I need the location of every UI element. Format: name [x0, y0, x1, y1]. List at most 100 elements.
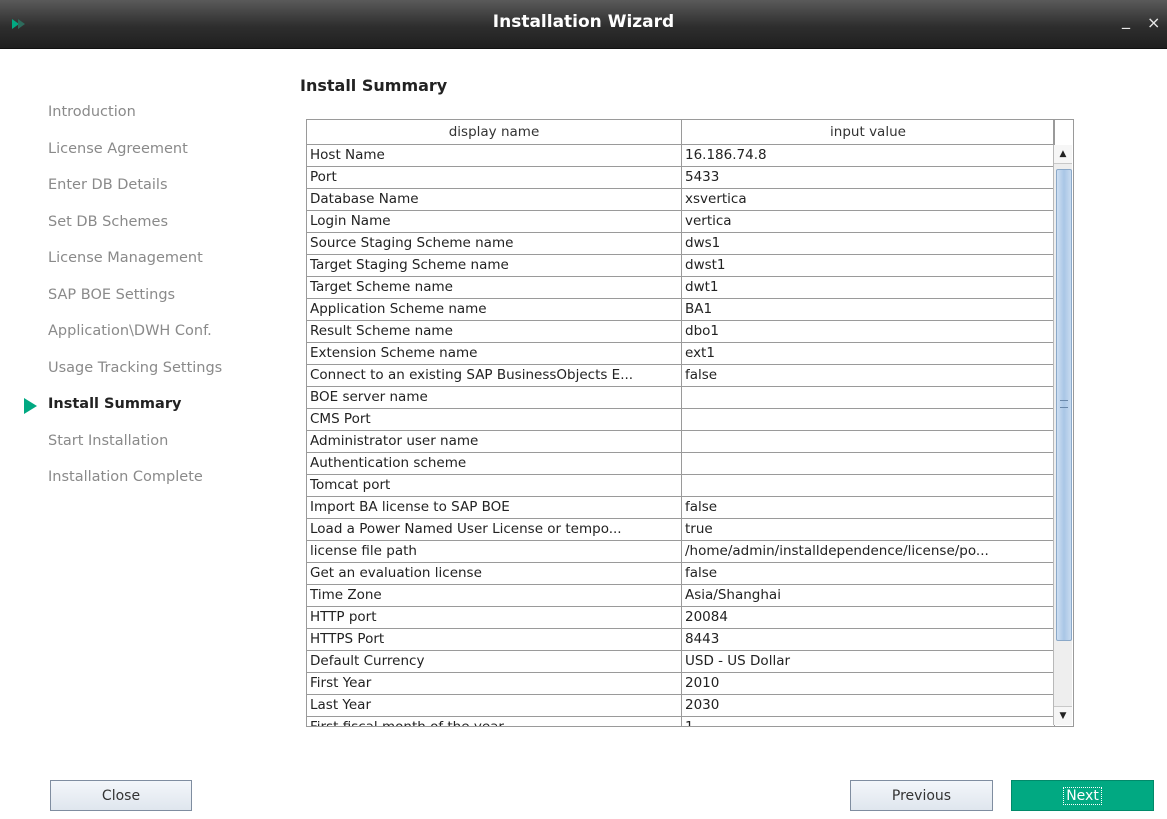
table-row[interactable]: Source Staging Scheme name dws1	[307, 232, 1055, 255]
input-value-cell: /home/admin/installdependence/license/po…	[681, 540, 1055, 563]
input-value-cell: 8443	[681, 628, 1055, 651]
table-row[interactable]: Time Zone Asia/Shanghai	[307, 584, 1055, 607]
input-value-cell: false	[681, 562, 1055, 585]
input-value-cell: 2010	[681, 672, 1055, 695]
input-value-cell: dws1	[681, 232, 1055, 255]
step-item: Installation Complete	[48, 469, 203, 485]
step-item: SAP BOE Settings	[48, 286, 176, 303]
step-item: License Agreement	[48, 140, 188, 157]
display-name-cell: Target Staging Scheme name	[307, 254, 682, 277]
input-value-cell	[681, 408, 1055, 431]
display-name-cell: Load a Power Named User License or tempo…	[307, 518, 682, 541]
display-name-cell: Host Name	[307, 144, 682, 167]
input-value-cell: dwt1	[681, 276, 1055, 299]
display-name-cell: Get an evaluation license	[307, 562, 682, 585]
table-row[interactable]: Extension Scheme name ext1	[307, 342, 1055, 365]
display-name-cell: HTTPS Port	[307, 628, 682, 651]
display-name-cell: license file path	[307, 540, 682, 563]
display-name-cell: Import BA license to SAP BOE	[307, 496, 682, 519]
column-header-input-value[interactable]: input value	[681, 120, 1055, 145]
column-header-display-name[interactable]: display name	[307, 120, 682, 145]
input-value-cell	[681, 452, 1055, 475]
display-name-cell: First Year	[307, 672, 682, 695]
previous-button[interactable]: Previous	[850, 780, 993, 811]
title-bar: Installation Wizard _ ×	[0, 0, 1167, 49]
scroll-thumb[interactable]	[1056, 169, 1072, 641]
scroll-up-button[interactable]: ▲	[1054, 145, 1072, 164]
table-row[interactable]: Last Year 2030	[307, 694, 1055, 717]
display-name-cell: HTTP port	[307, 606, 682, 629]
display-name-cell: Extension Scheme name	[307, 342, 682, 365]
input-value-cell	[681, 430, 1055, 453]
step-item: Application\DWH Conf.	[48, 323, 212, 339]
table-row[interactable]: BOE server name	[307, 386, 1055, 409]
display-name-cell: Connect to an existing SAP BusinessObjec…	[307, 364, 682, 387]
display-name-cell: Tomcat port	[307, 474, 682, 497]
step-item: Introduction	[48, 104, 136, 120]
input-value-cell: vertica	[681, 210, 1055, 233]
table-row[interactable]: Target Scheme name dwt1	[307, 276, 1055, 299]
input-value-cell: true	[681, 518, 1055, 541]
display-name-cell: Authentication scheme	[307, 452, 682, 475]
display-name-cell: Application Scheme name	[307, 298, 682, 321]
display-name-cell: Default Currency	[307, 650, 682, 673]
next-button[interactable]: Next	[1011, 780, 1154, 811]
table-row[interactable]: Application Scheme name BA1	[307, 298, 1055, 321]
display-name-cell: Port	[307, 166, 682, 189]
step-item: Start Installation	[48, 432, 169, 449]
table-row[interactable]: First Year 2010	[307, 672, 1055, 695]
close-button[interactable]: Close	[50, 780, 192, 811]
input-value-cell: false	[681, 364, 1055, 387]
display-name-cell: Login Name	[307, 210, 682, 233]
input-value-cell	[681, 474, 1055, 497]
input-value-cell: 1	[681, 716, 1055, 726]
step-item: Usage Tracking Settings	[48, 359, 223, 376]
display-name-cell: First fiscal month of the year	[307, 716, 682, 726]
table-row[interactable]: Load a Power Named User License or tempo…	[307, 518, 1055, 541]
table-row[interactable]: Database Name xsvertica	[307, 188, 1055, 211]
step-item: License Management	[48, 250, 203, 266]
window-title: Installation Wizard	[492, 12, 675, 32]
table-row[interactable]: First fiscal month of the year 1	[307, 716, 1055, 726]
input-value-cell: 16.186.74.8	[681, 144, 1055, 167]
display-name-cell: Source Staging Scheme name	[307, 232, 682, 255]
table-row[interactable]: HTTP port 20084	[307, 606, 1055, 629]
input-value-cell: USD - US Dollar	[681, 650, 1055, 673]
table-row[interactable]: Import BA license to SAP BOE false	[307, 496, 1055, 519]
table-row[interactable]: Authentication scheme	[307, 452, 1055, 475]
table-row[interactable]: HTTPS Port 8443	[307, 628, 1055, 651]
step-item: Enter DB Details	[48, 177, 168, 193]
page-title: Install Summary	[300, 76, 448, 95]
input-value-cell: xsvertica	[681, 188, 1055, 211]
table-row[interactable]: Administrator user name	[307, 430, 1055, 453]
table-row[interactable]: Tomcat port	[307, 474, 1055, 497]
table-row[interactable]: Port 5433	[307, 166, 1055, 189]
input-value-cell: ext1	[681, 342, 1055, 365]
table-row[interactable]: Get an evaluation license false	[307, 562, 1055, 585]
scroll-down-button[interactable]: ▼	[1054, 706, 1072, 725]
table-header-corner	[1053, 120, 1072, 144]
table-row[interactable]: CMS Port	[307, 408, 1055, 431]
minimize-button[interactable]: _	[1122, 10, 1130, 29]
vertical-scrollbar[interactable]: ▲ ▼	[1053, 145, 1072, 725]
display-name-cell: Last Year	[307, 694, 682, 717]
table-row[interactable]: Result Scheme name dbo1	[307, 320, 1055, 343]
table-row[interactable]: Login Name vertica	[307, 210, 1055, 233]
table-row[interactable]: Connect to an existing SAP BusinessObjec…	[307, 364, 1055, 387]
close-window-button[interactable]: ×	[1147, 13, 1160, 32]
input-value-cell: BA1	[681, 298, 1055, 321]
summary-table[interactable]: display name input value Host Name 16.186…	[306, 119, 1074, 727]
table-row[interactable]: license file path/home/admin/installdepe…	[307, 540, 1055, 563]
display-name-cell: Result Scheme name	[307, 320, 682, 343]
input-value-cell: 2030	[681, 694, 1055, 717]
step-item: Install Summary	[48, 396, 182, 412]
input-value-cell	[681, 386, 1055, 409]
input-value-cell: 20084	[681, 606, 1055, 629]
table-row[interactable]: Default Currency USD - US Dollar	[307, 650, 1055, 673]
input-value-cell: Asia/Shanghai	[681, 584, 1055, 607]
display-name-cell: BOE server name	[307, 386, 682, 409]
step-item: Set DB Schemes	[48, 213, 169, 230]
table-header-row: display name input value	[307, 120, 1055, 145]
table-row[interactable]: Target Staging Scheme name dwst1	[307, 254, 1055, 277]
table-row[interactable]: Host Name 16.186.74.8	[307, 144, 1055, 167]
